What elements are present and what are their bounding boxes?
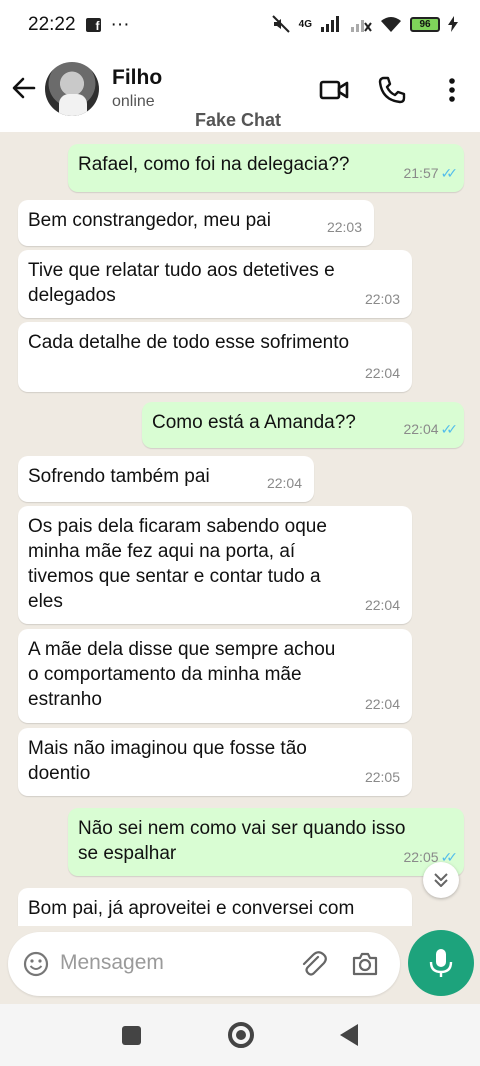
message-time: 22:04 ✓✓	[403, 421, 459, 437]
read-receipt-icon: ✓✓	[440, 165, 459, 181]
message-time: 22:04	[364, 597, 400, 613]
message-bubble-incoming[interactable]: Cada detalhe de todo esse sofrimento 22:…	[18, 322, 412, 392]
message-time: 22:03	[326, 219, 362, 235]
chat-header: Filho online Fake Chat	[0, 52, 480, 132]
signal-no-service-icon	[351, 20, 372, 32]
message-text: Os pais dela ficaram sabendo oque minha …	[28, 516, 327, 612]
video-call-icon[interactable]	[318, 74, 350, 106]
message-bubble-incoming[interactable]: Sofrendo também pai 22:04	[18, 456, 314, 502]
attach-icon[interactable]	[298, 949, 328, 979]
message-text: Bom pai, já aproveitei e conversei com	[28, 898, 355, 919]
double-chevron-down-icon	[434, 873, 448, 887]
signal-icon	[321, 16, 339, 32]
home-button[interactable]	[228, 1022, 254, 1048]
wifi-icon	[381, 17, 401, 32]
more-notifications-icon: ···	[110, 14, 130, 35]
status-bar: 22:22 f ··· 4G 96	[0, 0, 480, 52]
voice-message-button[interactable]	[408, 930, 474, 996]
message-time: 22:04	[364, 365, 400, 381]
message-list[interactable]: Rafael, como foi na delegacia?? 21:57 ✓✓ …	[0, 132, 480, 926]
watermark-label: Fake Chat	[195, 110, 282, 130]
back-button[interactable]	[338, 1022, 360, 1048]
contact-avatar[interactable]	[45, 62, 99, 116]
mute-icon	[271, 15, 290, 33]
message-text: Cada detalhe de todo esse sofrimento	[28, 332, 350, 353]
message-text: Mais não imaginou que fosse tão doentio	[28, 738, 307, 784]
message-text: Tive que relatar tudo aos detetives e de…	[28, 260, 335, 306]
system-navigation-bar	[0, 1004, 480, 1066]
contact-status: online	[112, 93, 155, 110]
emoji-icon[interactable]	[22, 950, 50, 978]
message-bubble-incoming[interactable]: Tive que relatar tudo aos detetives e de…	[18, 250, 412, 318]
message-text: Bem constrangedor, meu pai	[28, 210, 271, 231]
home-dot	[236, 1030, 246, 1040]
network-type-label: 4G	[298, 18, 312, 30]
message-time: 22:05	[364, 769, 400, 785]
clock: 22:22	[28, 14, 76, 35]
charging-icon	[448, 16, 458, 32]
message-time: 22:03	[364, 291, 400, 307]
message-input[interactable]: Mensagem	[60, 951, 164, 975]
microphone-icon	[429, 949, 453, 977]
camera-icon[interactable]	[350, 949, 380, 979]
message-bubble-outgoing[interactable]: Como está a Amanda?? 22:04 ✓✓	[142, 402, 464, 448]
recents-button[interactable]	[122, 1026, 141, 1045]
message-time: 21:57 ✓✓	[403, 165, 459, 181]
facebook-notification-icon: f	[85, 18, 101, 32]
scroll-to-bottom-button[interactable]	[423, 862, 459, 898]
message-bubble-incoming[interactable]: Mais não imaginou que fosse tão doentio …	[18, 728, 412, 796]
message-bubble-incoming[interactable]: A mãe dela disse que sempre achou o comp…	[18, 629, 412, 723]
message-text: A mãe dela disse que sempre achou o comp…	[28, 639, 336, 710]
back-arrow-icon[interactable]	[10, 74, 38, 102]
message-bubble-incoming[interactable]: Os pais dela ficaram sabendo oque minha …	[18, 506, 412, 624]
message-bubble-incoming[interactable]: Bem constrangedor, meu pai 22:03	[18, 200, 374, 246]
message-bubble-incoming[interactable]: Bom pai, já aproveitei e conversei com	[18, 888, 412, 926]
more-options-icon[interactable]	[436, 74, 468, 106]
message-time: 22:04	[266, 475, 302, 491]
voice-call-icon[interactable]	[376, 74, 408, 106]
contact-name[interactable]: Filho	[112, 66, 162, 90]
battery-icon: 96	[410, 16, 440, 32]
read-receipt-icon: ✓✓	[440, 421, 459, 437]
message-time: 22:04	[364, 696, 400, 712]
message-bubble-outgoing[interactable]: Não sei nem como vai ser quando isso se …	[68, 808, 464, 876]
message-bubble-outgoing[interactable]: Rafael, como foi na delegacia?? 21:57 ✓✓	[68, 144, 464, 192]
message-composer[interactable]: Mensagem	[8, 932, 400, 996]
